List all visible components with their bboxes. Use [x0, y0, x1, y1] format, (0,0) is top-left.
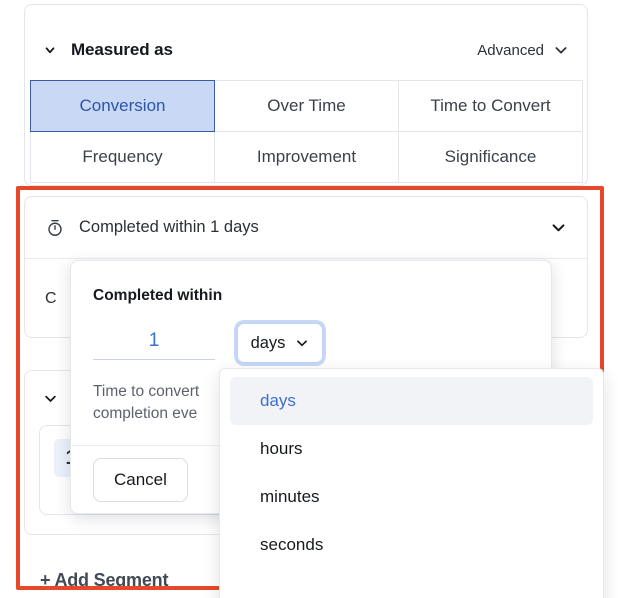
- advanced-label: Advanced: [477, 42, 544, 59]
- tab-frequency[interactable]: Frequency: [30, 131, 215, 183]
- dropdown-option-minutes[interactable]: minutes: [230, 473, 593, 521]
- chevron-down-icon[interactable]: [553, 42, 569, 58]
- tab-over-time[interactable]: Over Time: [214, 80, 399, 132]
- measured-as-tab-grid: Conversion Over Time Time to Convert Fre…: [31, 81, 583, 183]
- duration-unit-select[interactable]: days: [237, 323, 323, 363]
- dropdown-option-days[interactable]: days: [230, 377, 593, 425]
- chevron-down-icon[interactable]: [41, 389, 59, 407]
- tab-conversion[interactable]: Conversion: [30, 80, 215, 132]
- advanced-dropdown[interactable]: Advanced: [477, 42, 569, 59]
- app-root: Measured as Advanced Conversion Over Tim…: [0, 0, 618, 598]
- popover-title: Completed within: [93, 287, 222, 305]
- duration-unit-value: days: [251, 334, 286, 353]
- measured-as-header[interactable]: Measured as Advanced: [25, 27, 587, 73]
- stopwatch-icon: [45, 218, 65, 238]
- duration-amount-input[interactable]: [93, 326, 215, 360]
- tab-significance[interactable]: Significance: [398, 131, 583, 183]
- tab-improvement[interactable]: Improvement: [214, 131, 399, 183]
- chevron-down-icon[interactable]: [295, 336, 309, 350]
- measured-as-card: Measured as Advanced Conversion Over Tim…: [24, 4, 588, 186]
- completed-within-row[interactable]: Completed within 1 days: [25, 197, 587, 259]
- cancel-button[interactable]: Cancel: [93, 458, 188, 502]
- dropdown-option-hours[interactable]: hours: [230, 425, 593, 473]
- page-title: Measured as: [71, 40, 173, 60]
- chevron-down-icon[interactable]: [41, 41, 59, 59]
- duration-unit-dropdown-list: days hours minutes seconds: [219, 368, 604, 598]
- popover-controls: days: [93, 323, 323, 363]
- card-body-text: C: [45, 290, 57, 308]
- completed-within-label: Completed within 1 days: [79, 218, 259, 237]
- dropdown-option-seconds[interactable]: seconds: [230, 521, 593, 569]
- add-segment-button[interactable]: + Add Segment: [40, 570, 168, 591]
- tab-time-to-convert[interactable]: Time to Convert: [398, 80, 583, 132]
- chevron-down-icon[interactable]: [550, 219, 567, 236]
